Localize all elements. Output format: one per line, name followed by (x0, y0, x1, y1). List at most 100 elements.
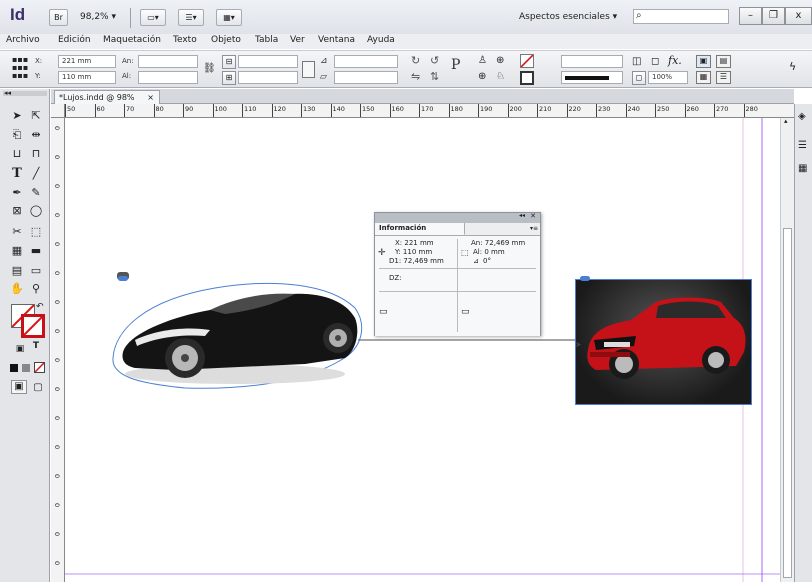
normal-view-icon[interactable]: ▣ (11, 380, 27, 394)
tab-document[interactable]: *Lujos.indd @ 98% × (54, 90, 160, 104)
bridge-button[interactable]: Br (49, 9, 68, 26)
zoom-level[interactable]: 98,2% ▾ (80, 12, 116, 22)
close-tab-icon[interactable]: × (147, 91, 154, 104)
minimize-button[interactable]: – (739, 7, 762, 25)
info-panel[interactable]: ◂◂ ✕ Información ▾≡ X: 221 mm ✛ Y: 110 mm… (374, 212, 541, 336)
constrain-proportions-icon[interactable]: ⛓ (203, 63, 216, 74)
layers-icon[interactable]: ◈ (798, 111, 806, 122)
frame-handle[interactable] (118, 276, 128, 281)
direct-selection-icon[interactable]: ⇱ (28, 108, 44, 124)
menu-maquetacion[interactable]: Maquetación (103, 34, 161, 47)
restore-button[interactable]: ❐ (762, 7, 785, 25)
scroll-thumb[interactable] (783, 228, 792, 578)
width-field[interactable] (138, 55, 198, 68)
reference-point-icon[interactable]: ▪▪▪ ▪▪▪ ▪▪▪ (12, 56, 28, 82)
scale-y-field[interactable] (238, 71, 298, 84)
menu-tabla[interactable]: Tabla (255, 34, 278, 47)
hand-tool-icon[interactable]: ✋ (9, 281, 25, 297)
shear-field[interactable] (334, 71, 398, 84)
menu-ayuda[interactable]: Ayuda (367, 34, 395, 47)
opacity-field[interactable]: 100% (648, 71, 688, 84)
scissors-tool-icon[interactable]: ✂ (9, 224, 25, 240)
flip-h-icon[interactable]: ⇋ (411, 70, 420, 83)
content-collector-icon[interactable]: ⊔ (9, 146, 25, 162)
collapse-toolbox-icon[interactable]: ◂◂ (4, 89, 11, 97)
fill-swatch[interactable] (520, 54, 534, 68)
x-position-field[interactable]: 221 mm (58, 55, 116, 68)
lightning-icon[interactable]: ϟ (789, 60, 796, 73)
frame-grid-icon[interactable]: ▤ (716, 55, 731, 68)
close-panel-icon[interactable]: ✕ (530, 212, 536, 220)
page-tool-icon[interactable]: ⎗ (9, 127, 25, 143)
select-previous-icon[interactable]: ⊕ (478, 71, 486, 82)
text-wrap-icon[interactable]: ◫ (632, 56, 641, 67)
search-input[interactable]: ⌕ (633, 9, 729, 24)
ruler-origin[interactable] (51, 104, 65, 118)
constrain-scale-button[interactable] (302, 61, 315, 78)
black-car-image[interactable] (105, 270, 370, 400)
note-tool-icon[interactable]: ▤ (9, 263, 25, 279)
menu-objeto[interactable]: Objeto (211, 34, 241, 47)
content-placer-icon[interactable]: ⊓ (28, 146, 44, 162)
close-button[interactable]: x (785, 7, 812, 25)
pages-icon[interactable]: ☰ (798, 140, 807, 151)
rectangle-frame-icon[interactable]: ⊠ (9, 203, 25, 219)
vertical-ruler[interactable]: 0 0 0 0 0 0 0 0 0 0 0 0 0 0 0 0 (51, 118, 65, 582)
y-position-field[interactable]: 110 mm (58, 71, 116, 84)
align-icon[interactable]: ▦ (696, 71, 711, 84)
rotation-field[interactable] (334, 55, 398, 68)
horizontal-ruler[interactable]: 50 60 70 80 90 100 110 120 130 140 150 160 170 180 190… (51, 104, 794, 118)
eyedropper-tool-icon[interactable]: ▭ (28, 263, 44, 279)
select-next-icon[interactable]: ♘ (496, 71, 505, 82)
free-transform-icon[interactable]: ⬚ (28, 224, 44, 240)
select-container-icon[interactable]: ♙ (478, 55, 487, 66)
zoom-tool-icon[interactable]: ⚲ (28, 281, 44, 297)
ellipse-tool-icon[interactable]: ◯ (28, 203, 44, 219)
scroll-up-icon[interactable]: ▴ (784, 117, 788, 125)
drop-shadow-icon[interactable]: ◻ (651, 56, 659, 67)
menu-ver[interactable]: Ver (290, 34, 305, 47)
menu-archivo[interactable]: Archivo (6, 34, 40, 47)
formatting-text-icon[interactable]: T (28, 341, 44, 357)
apply-none-icon[interactable] (34, 362, 45, 373)
menu-texto[interactable]: Texto (173, 34, 197, 47)
pen-tool-icon[interactable]: ✒ (9, 185, 25, 201)
red-car-image[interactable] (575, 279, 752, 405)
apply-color-icon[interactable] (10, 364, 18, 372)
gradient-feather-icon[interactable]: ▬ (28, 243, 44, 259)
menu-ventana[interactable]: Ventana (318, 34, 355, 47)
height-field[interactable] (138, 71, 198, 84)
selection-tool-icon[interactable]: ➤ (9, 108, 25, 124)
type-tool-icon[interactable]: T (9, 166, 25, 182)
screen-mode-button[interactable]: ▭▾ (140, 9, 166, 26)
info-panel-header[interactable]: ◂◂ ✕ (375, 212, 540, 223)
gradient-tool-icon[interactable]: ▦ (9, 243, 25, 259)
pencil-tool-icon[interactable]: ✎ (28, 185, 44, 201)
panel-menu-icon[interactable]: ▾≡ (530, 225, 538, 232)
arrange-documents-button[interactable]: ▦▾ (216, 9, 242, 26)
select-content-icon[interactable]: ⊕ (496, 55, 504, 66)
collapse-panel-icon[interactable]: ◂◂ (519, 212, 525, 219)
frame-handle[interactable] (580, 276, 590, 281)
gap-tool-icon[interactable]: ⇹ (28, 127, 44, 143)
apply-gradient-icon[interactable] (22, 364, 30, 372)
swap-colors-icon[interactable]: ↶ (36, 302, 44, 312)
flip-v-icon[interactable]: ⇅ (430, 70, 439, 83)
menu-edicion[interactable]: Edición (58, 34, 91, 47)
frame-fit-icon[interactable]: ▣ (696, 55, 711, 68)
view-options-button[interactable]: ☰▾ (178, 9, 204, 26)
stroke-swatch[interactable] (520, 71, 534, 85)
scale-x-field[interactable] (238, 55, 298, 68)
line-tool-icon[interactable]: ╱ (28, 166, 44, 182)
swatches-icon[interactable]: ▦ (798, 163, 807, 174)
stroke-color-swatch[interactable] (21, 314, 45, 338)
formatting-container-icon[interactable]: ▣ (12, 341, 28, 357)
effects-fx-icon[interactable]: fx. (668, 54, 682, 67)
rotate-cw-icon[interactable]: ↻ (411, 54, 420, 67)
workspace-switcher[interactable]: Aspectos esenciales ▾ (519, 12, 617, 22)
vertical-scrollbar[interactable]: ▴ (780, 117, 794, 582)
distribute-icon[interactable]: ☰ (716, 71, 731, 84)
stroke-weight-field[interactable] (561, 55, 623, 68)
tab-info[interactable]: Información (375, 223, 465, 235)
rotate-ccw-icon[interactable]: ↺ (430, 54, 439, 67)
